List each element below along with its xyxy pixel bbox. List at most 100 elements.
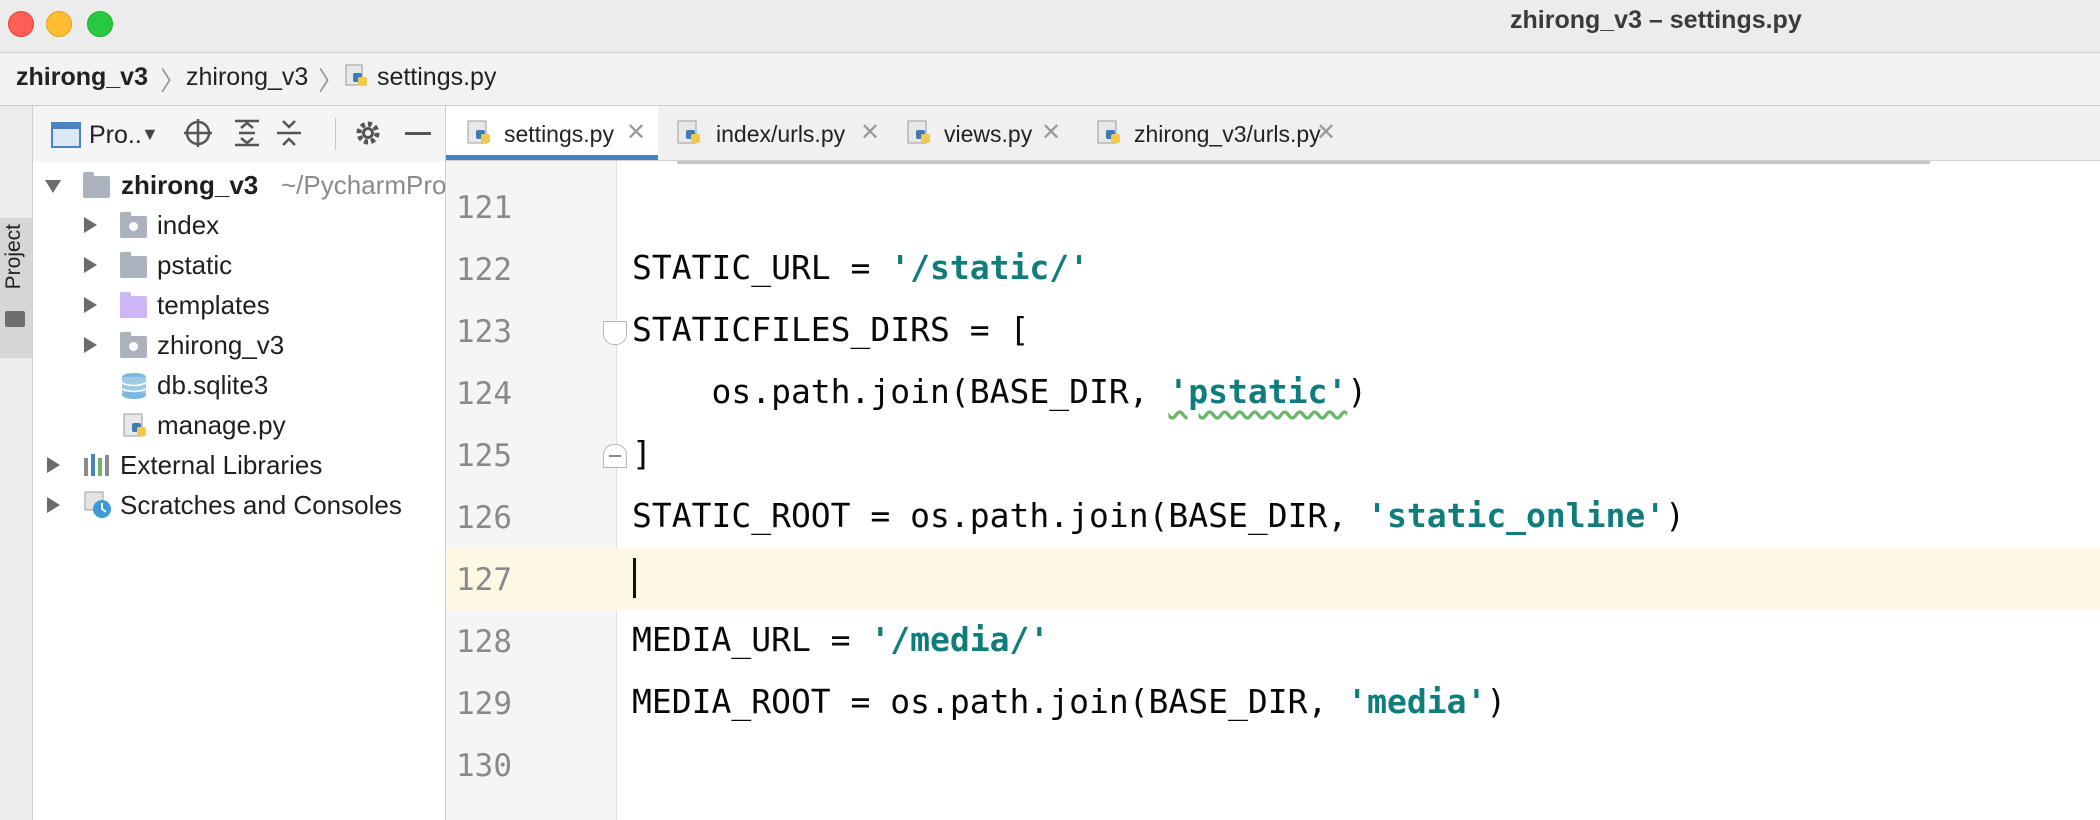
line-number: 127 [456, 562, 512, 598]
chevron-right-icon[interactable] [84, 217, 97, 233]
expand-all-icon[interactable] [233, 118, 261, 148]
python-file-icon [123, 413, 146, 437]
fold-marker-icon[interactable] [603, 321, 627, 345]
package-folder-icon [120, 212, 147, 238]
tab-settings-py[interactable]: settings.py ✕ [446, 106, 658, 160]
close-icon[interactable]: ✕ [1041, 118, 1061, 147]
chevron-right-icon[interactable] [47, 497, 60, 513]
scroll-hint-rule [677, 161, 1930, 164]
tree-item-label: pstatic [157, 250, 233, 280]
tree-item-zhirong-v3[interactable]: zhirong_v3 [33, 326, 445, 364]
breadcrumb-file-label: settings.py [376, 63, 497, 91]
code-line: STATIC_URL = '/static/' [632, 248, 1089, 287]
project-panel: Pro.. ▼ zhirong_v3 ~/PycharmPro index ps… [33, 106, 446, 820]
line-number: 124 [456, 376, 512, 412]
tree-item-label: zhirong_v3 [157, 330, 285, 360]
chevron-right-icon[interactable] [84, 337, 97, 353]
tree-item-scratches[interactable]: Scratches and Consoles [33, 486, 445, 524]
string-literal: 'static_online' [1367, 496, 1666, 535]
chevron-right-icon[interactable] [47, 457, 60, 473]
tree-item-pstatic[interactable]: pstatic [33, 246, 445, 284]
python-file-icon [677, 120, 700, 144]
string-literal: '/media/' [870, 620, 1050, 659]
tree-item-external-libraries[interactable]: External Libraries [33, 446, 445, 484]
close-icon[interactable]: ✕ [860, 118, 880, 147]
tree-item-label: templates [157, 290, 270, 320]
breadcrumb-separator-icon: 〉 [160, 66, 187, 96]
tool-window-stripe: Project [0, 106, 33, 820]
string-literal: 'media' [1347, 682, 1487, 721]
string-literal: 'pstatic' [1168, 372, 1348, 411]
library-icon [84, 454, 109, 476]
code-line: MEDIA_ROOT = os.path.join(BASE_DIR, 'med… [632, 682, 1507, 721]
tab-label: views.py [944, 121, 1033, 147]
python-file-icon [907, 120, 930, 144]
breadcrumb-separator-icon: 〉 [318, 66, 345, 96]
code-line: MEDIA_URL = '/media/' [632, 620, 1050, 659]
breadcrumb: zhirong_v3 〉 zhirong_v3 〉 settings.py [0, 53, 2100, 106]
hide-panel-icon[interactable] [405, 132, 431, 136]
breadcrumb-folder[interactable]: zhirong_v3 [186, 63, 308, 92]
gear-icon[interactable] [353, 118, 383, 148]
tree-item-label: manage.py [157, 410, 286, 440]
project-view-selector[interactable]: Pro.. [89, 121, 142, 150]
window-title: zhirong_v3 – settings.py [1510, 6, 1802, 34]
breadcrumb-project[interactable]: zhirong_v3 [16, 63, 148, 92]
code-line: STATICFILES_DIRS = [ [632, 310, 1030, 349]
code-line: STATIC_ROOT = os.path.join(BASE_DIR, 'st… [632, 496, 1685, 535]
breadcrumb-file[interactable]: settings.py [344, 63, 496, 92]
tree-item-index[interactable]: index [33, 206, 445, 244]
project-view-icon[interactable] [51, 122, 81, 148]
line-number: 123 [456, 314, 512, 350]
tree-root-label: zhirong_v3 [121, 170, 259, 200]
tab-index-urls-py[interactable]: index/urls.py ✕ [658, 106, 886, 160]
chevron-right-icon[interactable] [84, 297, 97, 313]
line-number: 125 [456, 438, 512, 474]
title-bar: zhirong_v3 – settings.py [0, 0, 2100, 53]
line-number: 121 [456, 190, 512, 226]
tree-item-label: index [157, 210, 220, 240]
tab-label: index/urls.py [716, 121, 846, 147]
tab-label: settings.py [504, 121, 614, 147]
close-icon[interactable]: ✕ [626, 118, 646, 147]
string-literal: '/static/' [890, 248, 1089, 287]
tree-item-label: External Libraries [120, 450, 323, 480]
line-number: 129 [456, 686, 512, 722]
tab-label: zhirong_v3/urls.py [1134, 121, 1321, 147]
code-line: os.path.join(BASE_DIR, 'pstatic') [632, 372, 1368, 411]
scratches-icon [84, 491, 111, 518]
current-line-highlight [446, 548, 2100, 610]
tree-item-manage-py[interactable]: manage.py [33, 406, 445, 444]
chevron-down-icon[interactable]: ▼ [141, 124, 159, 145]
tab-views-py[interactable]: views.py ✕ [886, 106, 1076, 160]
tab-zhirong-v3-urls-py[interactable]: zhirong_v3/urls.py ✕ [1076, 106, 1346, 160]
project-tool-tab-label: Project [2, 224, 25, 290]
editor-tabs: settings.py ✕ index/urls.py ✕ views.py ✕… [446, 106, 2100, 161]
tree-item-db-sqlite3[interactable]: db.sqlite3 [33, 366, 445, 404]
folder-icon [83, 172, 110, 198]
minimize-window-button[interactable] [46, 11, 72, 37]
maximize-window-button[interactable] [87, 11, 113, 37]
tree-item-templates[interactable]: templates [33, 286, 445, 324]
fold-marker-icon[interactable] [603, 444, 627, 468]
folder-icon [5, 311, 25, 327]
chevron-down-icon[interactable] [45, 180, 61, 193]
tree-root-path: ~/PycharmPro [281, 170, 446, 200]
package-folder-icon [120, 332, 147, 358]
tree-item-label: Scratches and Consoles [120, 490, 402, 520]
database-icon [121, 373, 147, 399]
close-icon[interactable]: ✕ [1316, 118, 1336, 147]
folder-icon [120, 252, 147, 278]
line-number: 126 [456, 500, 512, 536]
tree-root[interactable]: zhirong_v3 ~/PycharmPro [33, 166, 445, 204]
template-folder-icon [120, 292, 147, 318]
line-number: 130 [456, 748, 512, 784]
locate-file-icon[interactable] [183, 118, 213, 148]
close-window-button[interactable] [8, 11, 34, 37]
line-number: 122 [456, 252, 512, 288]
tree-item-label: db.sqlite3 [157, 370, 269, 400]
chevron-right-icon[interactable] [84, 257, 97, 273]
python-file-icon [1097, 120, 1120, 144]
text-caret [633, 558, 636, 598]
collapse-all-icon[interactable] [275, 118, 303, 148]
